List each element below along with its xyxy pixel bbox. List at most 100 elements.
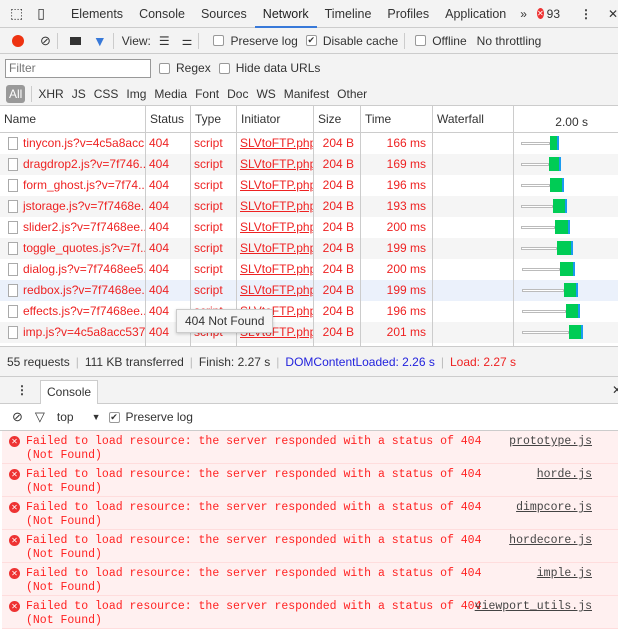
- preserve-log-label: Preserve log: [125, 410, 193, 424]
- tab-application[interactable]: Application: [437, 0, 514, 28]
- cell-time: 201 ms: [386, 325, 426, 339]
- clear-icon[interactable]: ⊘: [40, 33, 51, 49]
- table-row[interactable]: slider2.js?v=7f7468ee... 404 script SLVtoFT…: [0, 217, 618, 238]
- message-source-link[interactable]: viewport_utils.js: [475, 600, 592, 614]
- capture-screenshots-icon[interactable]: [69, 36, 81, 45]
- disable-cache-checkbox[interactable]: ✔: [305, 35, 317, 46]
- cell-type: script: [194, 199, 223, 213]
- cell-initiator[interactable]: SLVtoFTP.php: [240, 283, 313, 297]
- waterfall-receiving-bar: [564, 283, 576, 297]
- overview-icon[interactable]: ⚌: [182, 34, 193, 48]
- type-filter-media[interactable]: Media: [154, 87, 187, 101]
- type-filter-font[interactable]: Font: [195, 87, 219, 101]
- cell-size: 204 B: [322, 136, 354, 150]
- type-filter-manifest[interactable]: Manifest: [284, 87, 329, 101]
- message-source-link[interactable]: hordecore.js: [509, 534, 592, 548]
- cell-initiator[interactable]: SLVtoFTP.php: [240, 178, 313, 192]
- filter-icon[interactable]: ▼: [93, 33, 107, 49]
- tab-sources[interactable]: Sources: [193, 0, 255, 28]
- more-options-icon[interactable]: ⋮: [580, 7, 592, 21]
- clear-console-icon[interactable]: ⊘: [12, 409, 23, 425]
- throttling-select[interactable]: No throttling: [477, 34, 542, 48]
- cell-initiator[interactable]: SLVtoFTP.php: [240, 262, 313, 276]
- table-row[interactable]: jstorage.js?v=7f7468e... 404 script SLVtoFT…: [0, 196, 618, 217]
- cell-type: script: [194, 178, 223, 192]
- column-header-type[interactable]: Type: [190, 106, 221, 133]
- tab-network[interactable]: Network: [254, 0, 317, 28]
- inspect-element-icon[interactable]: ⬚: [10, 5, 23, 22]
- table-row[interactable]: dialog.js?v=7f7468ee5... 404 script SLVtoFT…: [0, 259, 618, 280]
- type-filter-img[interactable]: Img: [126, 87, 146, 101]
- type-filter-doc[interactable]: Doc: [227, 87, 248, 101]
- message-source-link[interactable]: dimpcore.js: [516, 501, 592, 515]
- cell-name[interactable]: slider2.js?v=7f7468ee...: [23, 220, 145, 234]
- preserve-log-checkbox[interactable]: ✔: [108, 411, 120, 423]
- error-icon: ✕: [9, 535, 20, 546]
- large-rows-icon[interactable]: ☰: [159, 34, 170, 48]
- cell-name[interactable]: jstorage.js?v=7f7468e...: [23, 199, 145, 213]
- waterfall-waiting-bar: [521, 205, 553, 208]
- type-filter-all[interactable]: All: [6, 84, 26, 103]
- record-button[interactable]: [12, 34, 24, 47]
- type-filter-css[interactable]: CSS: [94, 87, 119, 101]
- cell-name[interactable]: toggle_quotes.js?v=7f...: [23, 241, 145, 255]
- error-count[interactable]: 93: [547, 7, 560, 21]
- close-drawer-icon[interactable]: ✕: [612, 383, 618, 397]
- tab-timeline[interactable]: Timeline: [317, 0, 380, 28]
- cell-initiator[interactable]: SLVtoFTP.php: [240, 199, 313, 213]
- more-tabs-button[interactable]: »: [520, 7, 527, 21]
- cell-name[interactable]: imp.js?v=4c5a8acc537...: [23, 325, 145, 339]
- close-icon[interactable]: ✕: [608, 7, 618, 21]
- hide-data-urls-checkbox[interactable]: [218, 62, 230, 74]
- type-filter-xhr[interactable]: XHR: [38, 87, 63, 101]
- tab-console-drawer[interactable]: Console: [40, 379, 99, 404]
- cell-name[interactable]: form_ghost.js?v=7f74...: [23, 178, 145, 192]
- filter-input[interactable]: [5, 58, 151, 78]
- table-row[interactable]: imp.js?v=4c5a8acc537...404scriptSLVtoFTP…: [0, 322, 618, 343]
- type-filter-js[interactable]: JS: [72, 87, 86, 101]
- table-row[interactable]: dragdrop2.js?v=7f746... 404 script SLVtoFTP…: [0, 154, 618, 175]
- table-row[interactable]: effects.js?v=7f7468ee...404scriptSLVtoFT…: [0, 301, 618, 322]
- column-header-size[interactable]: Size: [313, 106, 341, 133]
- offline-checkbox[interactable]: [415, 35, 427, 46]
- cell-initiator[interactable]: SLVtoFTP.php: [240, 157, 313, 171]
- chevron-down-icon[interactable]: ▼: [92, 412, 101, 422]
- message-source-link[interactable]: horde.js: [537, 468, 592, 482]
- tab-profiles[interactable]: Profiles: [379, 0, 437, 28]
- column-header-status[interactable]: Status: [145, 106, 184, 133]
- drawer-menu-icon[interactable]: ⋮: [16, 383, 28, 397]
- table-row[interactable]: form_ghost.js?v=7f74... 404 script SLVtoFTP…: [0, 175, 618, 196]
- cell-initiator[interactable]: SLVtoFTP.php: [240, 220, 313, 234]
- table-row[interactable]: redbox.js?v=7f7468ee... 404 script SLVtoFTP…: [0, 280, 618, 301]
- cell-initiator[interactable]: SLVtoFTP.php: [240, 241, 313, 255]
- message-source-link[interactable]: imple.js: [537, 567, 592, 581]
- dom-content-loaded: DOMContentLoaded: 2.26 s: [285, 354, 435, 369]
- column-header-initiator[interactable]: Initiator: [236, 106, 280, 133]
- type-filter-ws[interactable]: WS: [256, 87, 275, 101]
- cell-name[interactable]: tinycon.js?v=4c5a8acc...: [23, 136, 145, 150]
- preserve-log-checkbox[interactable]: [213, 35, 225, 46]
- filter-icon[interactable]: ▽: [35, 409, 45, 425]
- table-row[interactable]: tinycon.js?v=4c5a8acc... 404 script SLVtoFT…: [0, 133, 618, 154]
- message-source-link[interactable]: prototype.js: [509, 435, 592, 449]
- table-row[interactable]: toggle_quotes.js?v=7f... 404 script SLVtoFT…: [0, 238, 618, 259]
- cell-size: 204 B: [322, 157, 354, 171]
- context-select[interactable]: top: [57, 410, 74, 424]
- cell-name[interactable]: redbox.js?v=7f7468ee...: [23, 283, 145, 297]
- cell-name[interactable]: dragdrop2.js?v=7f746...: [23, 157, 145, 171]
- cell-name[interactable]: dialog.js?v=7f7468ee5...: [23, 262, 145, 276]
- cell-initiator[interactable]: SLVtoFTP.php: [240, 136, 313, 150]
- error-icon[interactable]: ✕: [536, 8, 544, 19]
- cell-time: 199 ms: [386, 283, 426, 297]
- tab-elements[interactable]: Elements: [63, 0, 131, 28]
- waterfall-receiving-bar: [560, 262, 573, 276]
- column-header-waterfall[interactable]: Waterfall: [432, 106, 484, 133]
- column-header-name[interactable]: Name: [0, 106, 36, 133]
- device-mode-icon[interactable]: ▯: [37, 5, 45, 22]
- tab-console[interactable]: Console: [131, 0, 193, 28]
- regex-checkbox[interactable]: [159, 62, 170, 74]
- column-header-time[interactable]: Time: [360, 106, 391, 133]
- drawer-tab-bar: ⋮ Console ✕: [0, 377, 618, 404]
- type-filter-other[interactable]: Other: [337, 87, 367, 101]
- cell-name[interactable]: effects.js?v=7f7468ee...: [23, 304, 145, 318]
